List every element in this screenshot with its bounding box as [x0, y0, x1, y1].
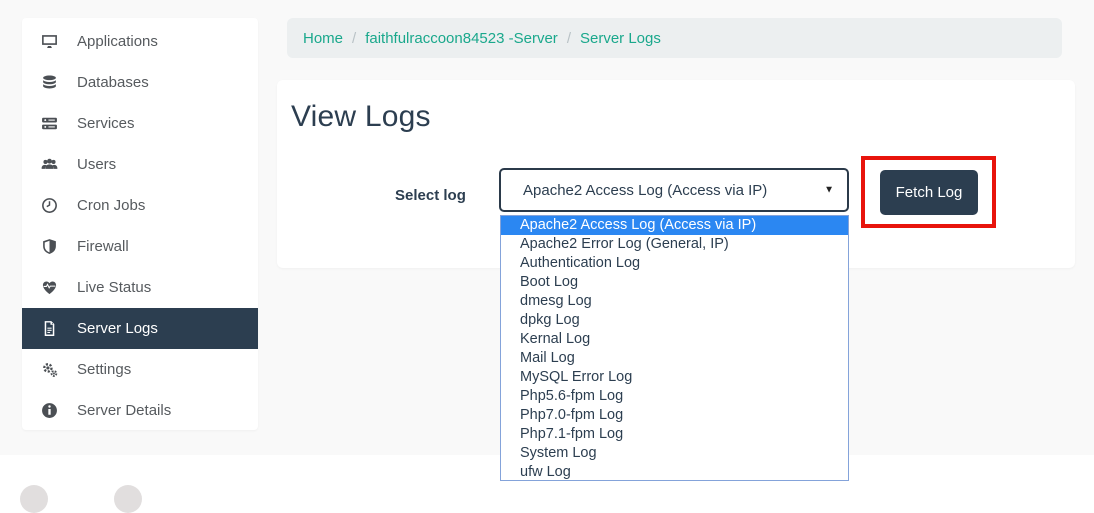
sidebar-item-label: Server Details — [77, 402, 172, 419]
file-icon — [40, 320, 58, 338]
sidebar-item-users[interactable]: Users — [22, 144, 258, 185]
sidebar-item-live-status[interactable]: Live Status — [22, 267, 258, 308]
breadcrumb-separator: / — [566, 29, 571, 47]
dropdown-option[interactable]: dpkg Log — [501, 311, 848, 330]
sidebar-item-services[interactable]: Services — [22, 103, 258, 144]
dropdown-option[interactable]: Boot Log — [501, 273, 848, 292]
dropdown-option[interactable]: Authentication Log — [501, 254, 848, 273]
sidebar-item-settings[interactable]: Settings — [22, 349, 258, 390]
sidebar-item-server-details[interactable]: Server Details — [22, 390, 258, 431]
footer-partial-icon — [20, 485, 48, 513]
log-select-dropdown: Apache2 Access Log (Access via IP) Apach… — [500, 215, 849, 481]
page-title: View Logs — [291, 100, 431, 133]
sidebar-item-cron-jobs[interactable]: Cron Jobs — [22, 185, 258, 226]
sidebar: Applications Databases Services Users Cr — [22, 18, 258, 430]
clock-icon — [40, 197, 58, 215]
breadcrumb-separator: / — [352, 29, 357, 47]
sidebar-item-label: Cron Jobs — [77, 197, 146, 214]
log-select-value: Apache2 Access Log (Access via IP) — [523, 181, 768, 199]
database-icon — [40, 74, 58, 92]
dropdown-option[interactable]: Apache2 Access Log (Access via IP) — [501, 216, 848, 235]
dropdown-option[interactable]: System Log — [501, 444, 848, 463]
sidebar-item-server-logs[interactable]: Server Logs — [22, 308, 258, 349]
sidebar-item-label: Applications — [77, 33, 158, 50]
sidebar-item-label: Live Status — [77, 279, 152, 296]
dropdown-option[interactable]: dmesg Log — [501, 292, 848, 311]
sidebar-item-applications[interactable]: Applications — [22, 21, 258, 62]
sidebar-item-label: Firewall — [77, 238, 129, 255]
desktop-icon — [40, 33, 58, 51]
info-icon — [40, 402, 58, 420]
sidebar-item-databases[interactable]: Databases — [22, 62, 258, 103]
server-icon — [40, 115, 58, 133]
select-caret-icon: ▼ — [824, 184, 834, 196]
sidebar-item-firewall[interactable]: Firewall — [22, 226, 258, 267]
breadcrumb-server-logs-link[interactable]: Server Logs — [580, 30, 661, 47]
footer-partial-icon — [114, 485, 142, 513]
shield-icon — [40, 238, 58, 256]
breadcrumb-server-link[interactable]: faithfulraccoon84523 -Server — [365, 30, 558, 47]
dropdown-option[interactable]: Php7.0-fpm Log — [501, 406, 848, 425]
sidebar-item-label: Databases — [77, 74, 149, 91]
dropdown-option[interactable]: ufw Log — [501, 463, 848, 480]
breadcrumb: Home / faithfulraccoon84523 -Server / Se… — [287, 18, 1062, 58]
users-icon — [40, 156, 58, 174]
dropdown-option[interactable]: Apache2 Error Log (General, IP) — [501, 235, 848, 254]
fetch-log-button[interactable]: Fetch Log — [880, 170, 978, 215]
sidebar-item-label: Server Logs — [77, 320, 158, 337]
select-log-label: Select log — [395, 187, 466, 204]
heartbeat-icon — [40, 279, 58, 297]
sidebar-item-label: Users — [77, 156, 117, 173]
dropdown-option[interactable]: MySQL Error Log — [501, 368, 848, 387]
breadcrumb-home-link[interactable]: Home — [303, 30, 343, 47]
sidebar-item-label: Settings — [77, 361, 132, 378]
dropdown-option[interactable]: Php5.6-fpm Log — [501, 387, 848, 406]
dropdown-option[interactable]: Kernal Log — [501, 330, 848, 349]
dropdown-option[interactable]: Php7.1-fpm Log — [501, 425, 848, 444]
sidebar-item-label: Services — [77, 115, 135, 132]
server-panel-page: Applications Databases Services Users Cr — [0, 0, 1094, 513]
dropdown-option[interactable]: Mail Log — [501, 349, 848, 368]
log-select[interactable]: Apache2 Access Log (Access via IP) ▼ — [499, 168, 849, 212]
gears-icon — [40, 361, 58, 379]
